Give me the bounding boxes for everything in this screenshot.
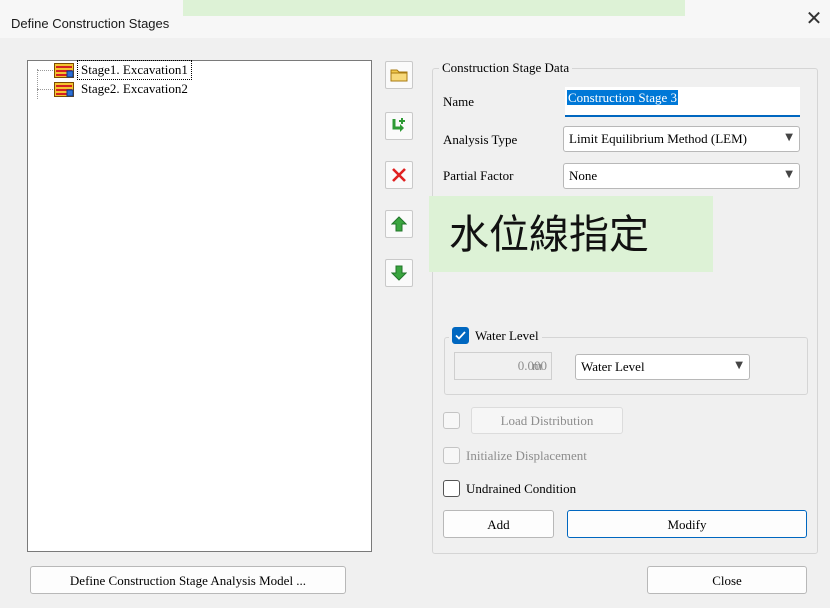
- construction-stage-icon: [54, 82, 74, 97]
- name-label: Name: [443, 94, 475, 109]
- water-level-checkbox[interactable]: [452, 327, 469, 344]
- annotation-overlay: 水位線指定: [429, 196, 713, 272]
- load-distribution-button: Load Distribution: [471, 407, 623, 434]
- group-title: Construction Stage Data: [439, 60, 573, 76]
- construction-stage-icon: [54, 63, 74, 78]
- water-level-label: Water Level: [475, 327, 539, 343]
- close-window-button[interactable]: ✕: [803, 6, 825, 32]
- move-up-button[interactable]: [385, 210, 413, 238]
- new-stage-button[interactable]: [385, 61, 413, 89]
- arrow-down-icon: [391, 265, 407, 281]
- tree-item-label: Stage2. Excavation2: [81, 81, 188, 96]
- analysis-type-value: Limit Equilibrium Method (LEM): [569, 131, 748, 146]
- tree-item-stage2[interactable]: Stage2. Excavation2: [28, 80, 370, 98]
- partial-factor-label: Partial Factor: [443, 168, 514, 183]
- insert-arrow-icon: [392, 118, 405, 132]
- water-level-select-value: Water Level: [581, 359, 645, 374]
- load-distribution-checkbox: [443, 412, 460, 429]
- undrained-condition-checkbox[interactable]: [443, 480, 460, 497]
- chevron-down-icon: ▼: [735, 360, 743, 371]
- annotation-overlay-top: [183, 0, 685, 16]
- annotation-text: 水位線指定: [449, 212, 649, 258]
- water-level-unit: m: [532, 358, 543, 373]
- chevron-down-icon: ▼: [785, 169, 793, 180]
- initialize-displacement-label: Initialize Displacement: [466, 447, 587, 463]
- partial-factor-select[interactable]: None ▼: [563, 163, 800, 189]
- undrained-condition-toggle[interactable]: Undrained Condition: [443, 480, 576, 497]
- chevron-down-icon: ▼: [785, 132, 793, 143]
- stage-tree[interactable]: Stage1. Excavation1 Stage2. Excavation2: [27, 60, 372, 552]
- window-title: Define Construction Stages: [11, 16, 170, 31]
- folder-icon: [390, 69, 408, 82]
- tree-item-stage1[interactable]: Stage1. Excavation1: [28, 60, 370, 80]
- analysis-type-label: Analysis Type: [443, 132, 518, 147]
- name-input-value: Construction Stage 3: [567, 90, 679, 105]
- water-level-select[interactable]: Water Level ▼: [575, 354, 750, 380]
- partial-factor-value: None: [569, 168, 598, 183]
- modify-button[interactable]: Modify: [567, 510, 807, 538]
- undrained-condition-label: Undrained Condition: [466, 480, 577, 496]
- initialize-displacement-checkbox: [443, 447, 460, 464]
- delete-x-icon: [392, 168, 406, 182]
- add-button[interactable]: Add: [443, 510, 554, 538]
- define-analysis-model-button[interactable]: Define Construction Stage Analysis Model…: [30, 566, 346, 594]
- arrow-up-icon: [391, 216, 407, 232]
- close-button[interactable]: Close: [647, 566, 807, 594]
- tree-item-label: Stage1. Excavation1: [77, 60, 192, 80]
- checkmark-icon: [455, 331, 466, 340]
- name-input[interactable]: Construction Stage 3: [565, 87, 800, 117]
- water-level-toggle[interactable]: Water Level: [449, 327, 542, 344]
- delete-stage-button[interactable]: [385, 161, 413, 189]
- initialize-displacement-toggle: Initialize Displacement: [443, 447, 587, 464]
- move-down-button[interactable]: [385, 259, 413, 287]
- insert-stage-button[interactable]: [385, 112, 413, 140]
- analysis-type-select[interactable]: Limit Equilibrium Method (LEM) ▼: [563, 126, 800, 152]
